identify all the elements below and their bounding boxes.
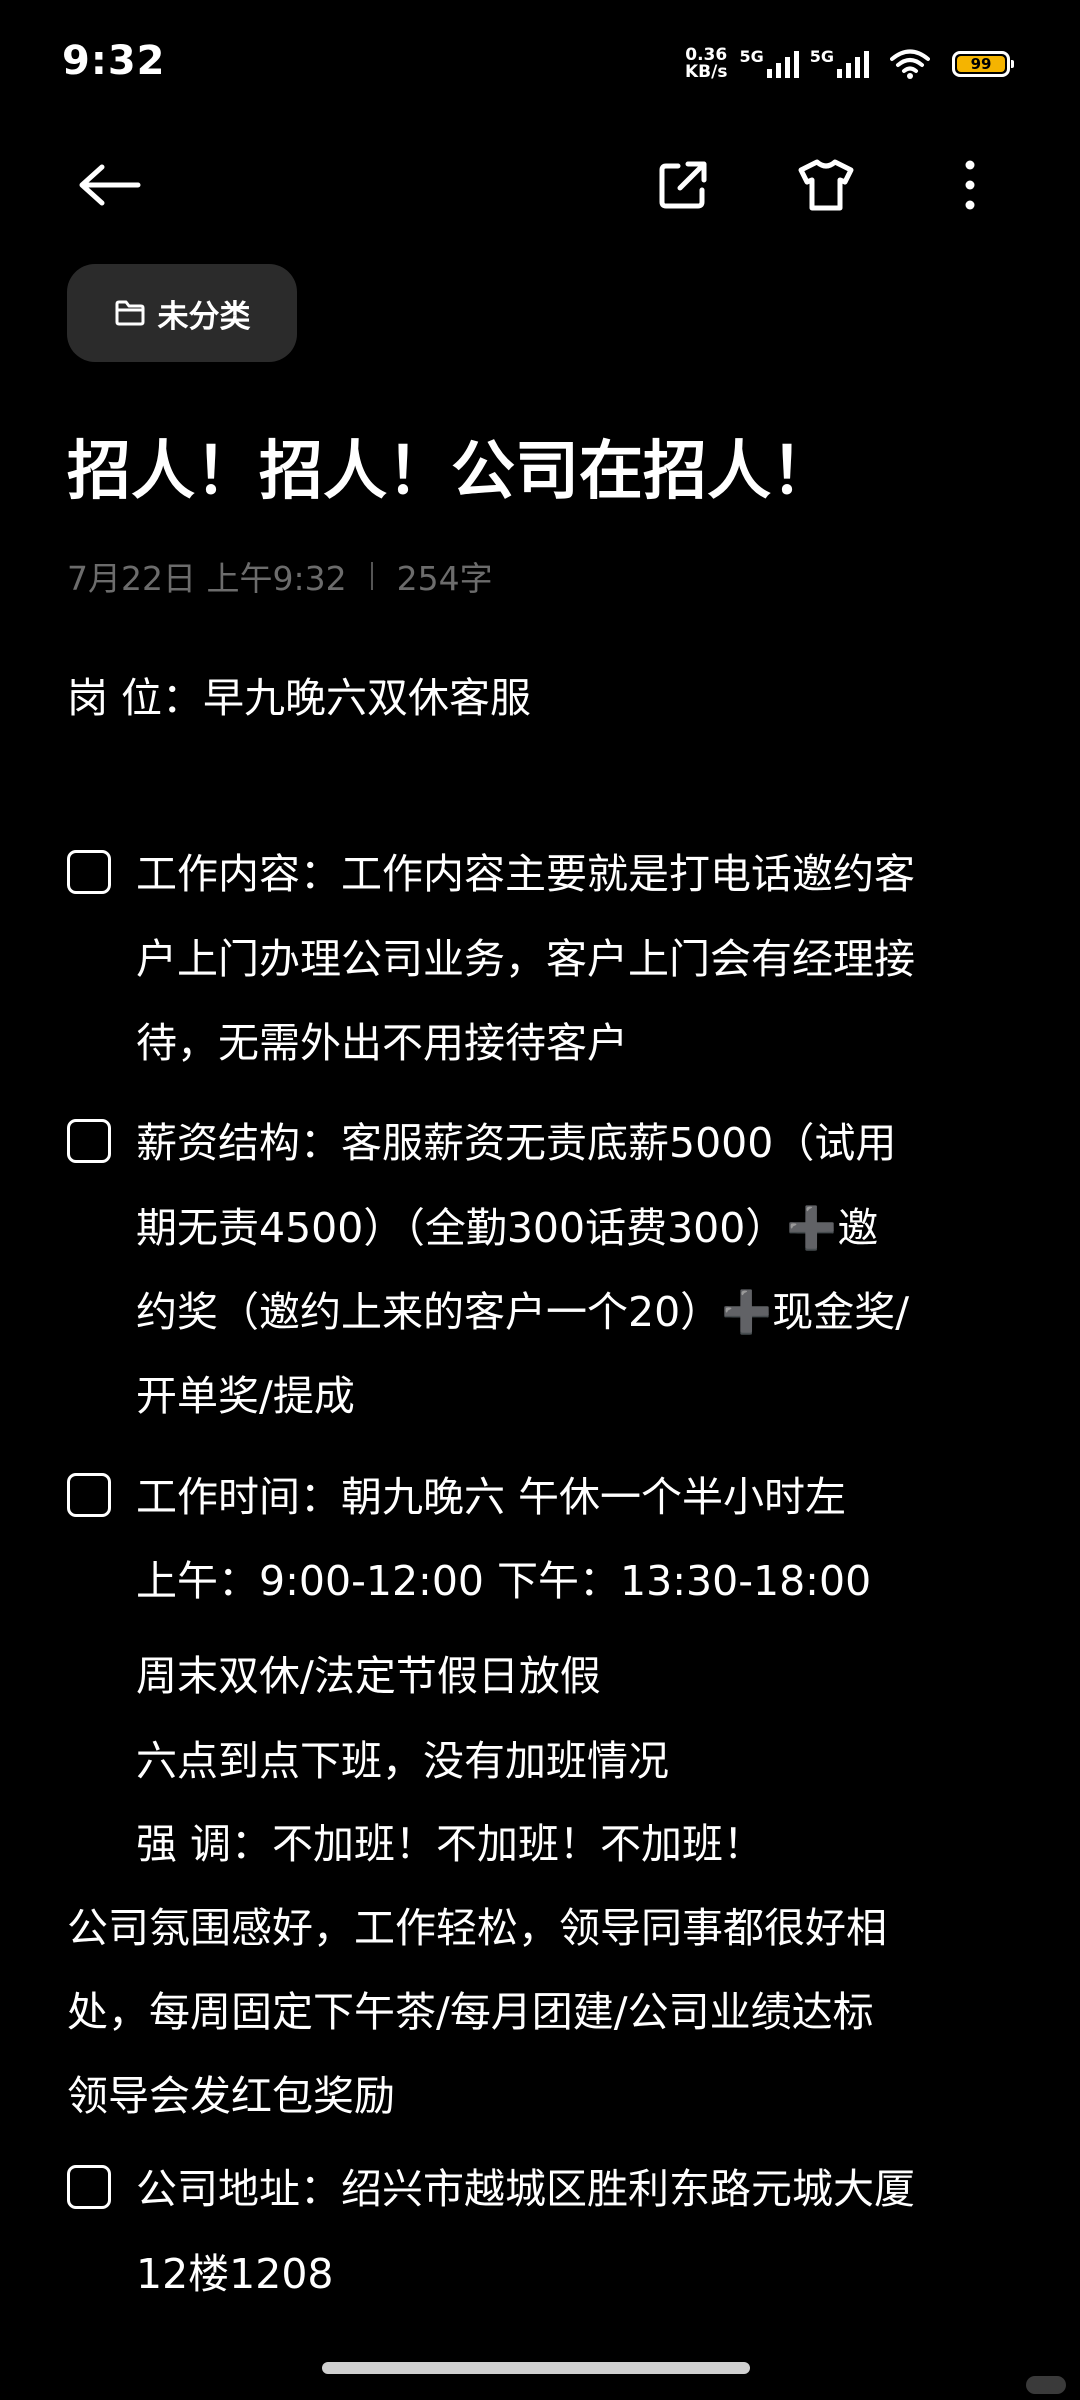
address-line-2: 12楼1208 <box>136 2250 334 2298</box>
checkbox-work-content[interactable] <box>67 850 111 894</box>
note-date: 7月22日 上午9:32 <box>67 559 347 598</box>
wifi-icon <box>890 49 930 79</box>
folder-label: 未分类 <box>157 298 251 335</box>
more-vertical-icon <box>965 160 975 210</box>
atmosphere-line-1: 公司氛围感好，工作轻松，领导同事都很好相 <box>67 1904 887 1952</box>
share-icon <box>659 161 707 209</box>
status-bar: 9:32 0.36 KB/s 5G 5G 99 <box>0 0 1080 120</box>
checkbox-address[interactable] <box>67 2165 111 2209</box>
address-line-1: 公司地址：绍兴市越城区胜利东路元城大厦 <box>136 2165 915 2213</box>
signal-icon <box>837 51 869 78</box>
work-content-line-2: 户上门办理公司业务，客户上门会有经理接 <box>136 935 915 983</box>
checkbox-work-time[interactable] <box>67 1473 111 1517</box>
battery-level: 99 <box>970 55 992 73</box>
work-time-line-5: 强 调：不加班！不加班！不加班！ <box>136 1820 765 1868</box>
back-button[interactable] <box>65 140 155 230</box>
salary-line-4: 开单奖/提成 <box>136 1372 355 1420</box>
position-line: 岗 位：早九晚六双休客服 <box>67 674 532 722</box>
sim1-label: 5G <box>739 47 764 66</box>
note-toolbar <box>0 130 1080 240</box>
note-title[interactable]: 招人！招人！公司在招人！ <box>67 420 835 512</box>
salary-line-1: 薪资结构：客服薪资无责底薪5000（试用 <box>136 1119 897 1167</box>
note-word-count: 254字 <box>396 559 493 598</box>
network-speed-unit: KB/s <box>685 62 728 82</box>
battery-icon: 99 <box>952 51 1014 77</box>
meta-divider <box>370 562 373 590</box>
back-arrow-icon <box>79 164 141 206</box>
sim2-label: 5G <box>809 47 834 66</box>
sim2-signal: 5G <box>810 49 872 79</box>
status-icons: 0.36 KB/s 5G 5G 99 <box>685 42 1014 86</box>
status-time: 9:32 <box>62 38 166 84</box>
battery-tip <box>1011 60 1014 68</box>
salary-line-2: 期无责4500）（全勤300话费300）➕邀 <box>136 1204 879 1252</box>
note-meta: 7月22日 上午9:32 254字 <box>67 552 493 600</box>
sim1-signal: 5G <box>739 49 801 79</box>
signal-icon <box>766 51 799 78</box>
work-time-line-1: 工作时间：朝九晚六 午休一个半小时左 <box>136 1473 847 1521</box>
theme-button[interactable] <box>781 140 871 230</box>
salary-line-3: 约奖（邀约上来的客户一个20）➕现金奖/ <box>136 1288 910 1336</box>
work-time-line-4: 六点到点下班，没有加班情况 <box>136 1737 669 1785</box>
work-time-line-2: 上午：9:00-12:00 下午：13:30-18:00 <box>136 1557 872 1605</box>
more-options-button[interactable] <box>925 140 1015 230</box>
checkbox-salary[interactable] <box>67 1119 111 1163</box>
home-indicator[interactable] <box>322 2362 750 2374</box>
folder-icon <box>115 300 144 326</box>
work-content-line-3: 待，无需外出不用接待客户 <box>136 1019 628 1067</box>
atmosphere-line-2: 处，每周固定下午茶/每月团建/公司业绩达标 <box>67 1988 874 2036</box>
watermark-badge <box>1026 2376 1066 2394</box>
tshirt-icon <box>798 159 854 211</box>
work-content-line-1: 工作内容：工作内容主要就是打电话邀约客 <box>136 850 915 898</box>
network-speed: 0.36 KB/s <box>685 47 727 81</box>
work-time-line-3: 周末双休/法定节假日放假 <box>136 1652 601 1700</box>
folder-chip[interactable]: 未分类 <box>67 264 297 362</box>
share-button[interactable] <box>638 140 728 230</box>
atmosphere-line-3: 领导会发红包奖励 <box>67 2072 395 2120</box>
